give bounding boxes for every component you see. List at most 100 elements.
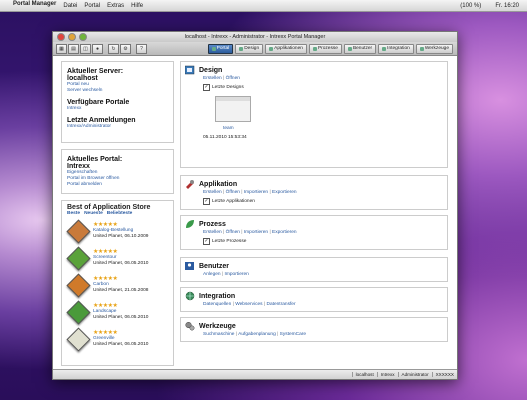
store-title: Best of Application Store [67, 204, 151, 211]
status-portal: Intrexx [376, 372, 398, 377]
window-title: localhost - Intrexx - Administrator - In… [184, 34, 326, 40]
app-menu[interactable]: Portal Manager [13, 0, 56, 16]
store-app-item[interactable]: ★★★★★ Katalog-Bestellung United Planet, … [66, 218, 168, 244]
menu-extras[interactable]: Extras [107, 3, 124, 9]
design-open-link[interactable]: Öffnen [226, 76, 240, 81]
application-links: Erstellen | Öffnen | Importieren | Expor… [203, 190, 297, 195]
app-vendor: United Planet, 21.05.2008 [93, 288, 149, 293]
process-panel: Prozess Erstellen | Öffnen | Importieren… [180, 215, 448, 250]
status-user: Administrator [397, 372, 432, 377]
users-links: Anlegen | Importieren [203, 272, 249, 277]
tab-werkzeuge[interactable]: Werkzeuge [415, 43, 453, 54]
server-panel: Aktueller Server: localhost Portal neu S… [61, 61, 174, 143]
login-intrexx-admin-link[interactable]: Intrexx/Administrator [67, 124, 168, 130]
store-app-item[interactable]: ★★★★★ Carbon United Planet, 21.05.2008 [66, 272, 168, 298]
integration-datatransfer-link[interactable]: Datentransfer [267, 302, 296, 307]
design-thumbnail-name[interactable]: team [223, 126, 443, 131]
toolbar-button-2[interactable]: ▤ [68, 43, 79, 54]
tab-portal[interactable]: Portal [207, 43, 234, 54]
app-thumbnail-icon [66, 245, 91, 271]
checkbox-checked[interactable]: ✓ [203, 84, 210, 91]
tab-applikationen[interactable]: Applikationen [265, 43, 307, 54]
current-portal-title: Aktuelles Portal: [67, 156, 123, 163]
tools-gears-icon [185, 321, 195, 331]
process-leaf-icon [185, 219, 195, 229]
portal-logout-link[interactable]: Portal abmelden [67, 182, 168, 188]
application-open-link[interactable]: Öffnen [226, 190, 240, 195]
design-create-link[interactable]: Erstellen [203, 76, 222, 81]
store-popular-link[interactable]: Beliebteste [107, 211, 133, 216]
store-best-link[interactable]: Beste [67, 211, 80, 216]
menu-portal[interactable]: Portal [84, 3, 100, 9]
main-content: Aktueller Server: localhost Portal neu S… [53, 56, 457, 369]
store-newest-link[interactable]: Neueste [84, 211, 103, 216]
applications-icon [269, 46, 274, 51]
users-icon [347, 46, 352, 51]
tools-search-link[interactable]: Suchmaschine [203, 332, 234, 337]
portal-manager-window: localhost - Intrexx - Administrator - In… [52, 31, 458, 380]
help-icon[interactable]: ? [136, 43, 147, 54]
integration-webservices-link[interactable]: Webservices [235, 302, 262, 307]
server-title: Aktueller Server: [67, 68, 124, 75]
menu-hilfe[interactable]: Hilfe [131, 3, 143, 9]
current-portal-panel: Aktuelles Portal: Intrexx Eigenschaften … [61, 149, 174, 194]
recent-designs-toggle[interactable]: ✓ Letzte Designs [203, 84, 443, 91]
battery-status[interactable]: (100 %) [460, 3, 481, 9]
design-title: Design [199, 66, 223, 74]
users-create-link[interactable]: Anlegen [203, 272, 221, 277]
settings-icon[interactable]: ⚙ [120, 43, 131, 54]
application-export-link[interactable]: Exportieren [272, 190, 297, 195]
tools-scheduler-link[interactable]: Aufgabenplanung [238, 332, 276, 337]
store-app-item[interactable]: ★★★★★ Landscape United Planet, 06.05.201… [66, 299, 168, 325]
application-panel: Applikation Erstellen | Öffnen | Importi… [180, 175, 448, 210]
integration-icon [382, 46, 387, 51]
tab-prozesse[interactable]: Prozesse [308, 43, 342, 54]
application-import-link[interactable]: Importieren [244, 190, 268, 195]
tools-systemcare-link[interactable]: SystemCare [280, 332, 306, 337]
recent-applications-toggle[interactable]: ✓ Letzte Applikationen [203, 198, 443, 205]
app-vendor: United Planet, 06.05.2010 [93, 261, 149, 266]
users-panel: Benutzer Anlegen | Importieren [180, 257, 448, 282]
app-thumbnail-icon [66, 218, 91, 244]
toolbar-button-1[interactable]: ▦ [56, 43, 67, 54]
design-icon [239, 46, 244, 51]
process-open-link[interactable]: Öffnen [226, 230, 240, 235]
process-export-link[interactable]: Exportieren [272, 230, 297, 235]
toolbar: ▦ ▤ ◫ ● ↻ ⚙ ? Portal Design Applikatione… [53, 42, 457, 56]
checkbox-checked[interactable]: ✓ [203, 198, 210, 205]
users-title: Benutzer [199, 262, 229, 270]
clock[interactable]: Fr. 16:20 [495, 3, 519, 9]
current-portal-name: Intrexx [67, 163, 90, 170]
design-links: Erstellen | Öffnen [203, 76, 240, 81]
store-filter-links: Beste Neueste Beliebteste [67, 211, 168, 216]
menu-bar: Portal Manager Datei Portal Extras Hilfe… [0, 0, 527, 12]
menu-datei[interactable]: Datei [63, 3, 77, 9]
globe-icon[interactable]: ● [92, 43, 103, 54]
integration-links: Datenquellen | Webservices | Datentransf… [203, 302, 296, 307]
app-thumbnail-icon [66, 326, 91, 352]
tab-integration[interactable]: Integration [378, 43, 414, 54]
refresh-icon[interactable]: ↻ [108, 43, 119, 54]
portal-intrexx-link[interactable]: Intrexx [67, 106, 168, 112]
tab-design[interactable]: Design [235, 43, 264, 54]
process-import-link[interactable]: Importieren [244, 230, 268, 235]
checkbox-checked[interactable]: ✓ [203, 238, 210, 245]
process-title: Prozess [199, 220, 226, 228]
tools-links: Suchmaschine | Aufgabenplanung | SystemC… [203, 332, 307, 337]
tab-benutzer[interactable]: Benutzer [343, 43, 377, 54]
app-vendor: United Planet, 06.05.2010 [93, 315, 149, 320]
integration-datasources-link[interactable]: Datenquellen [203, 302, 231, 307]
store-app-item[interactable]: ★★★★★ Greenville United Planet, 06.05.20… [66, 326, 168, 352]
tools-icon [419, 46, 424, 51]
recent-processes-toggle[interactable]: ✓ Letzte Prozesse [203, 238, 443, 245]
store-app-item[interactable]: ★★★★★ Screentour United Planet, 06.05.20… [66, 245, 168, 271]
users-import-link[interactable]: Importieren [225, 272, 249, 277]
application-create-link[interactable]: Erstellen [203, 190, 222, 195]
process-create-link[interactable]: Erstellen [203, 230, 222, 235]
application-tools-icon [185, 179, 195, 189]
server-switch-link[interactable]: Server wechseln [67, 88, 168, 94]
users-group-icon [185, 261, 195, 271]
server-name: localhost [67, 75, 98, 82]
toolbar-button-3[interactable]: ◫ [80, 43, 91, 54]
design-thumbnail[interactable] [215, 96, 251, 122]
